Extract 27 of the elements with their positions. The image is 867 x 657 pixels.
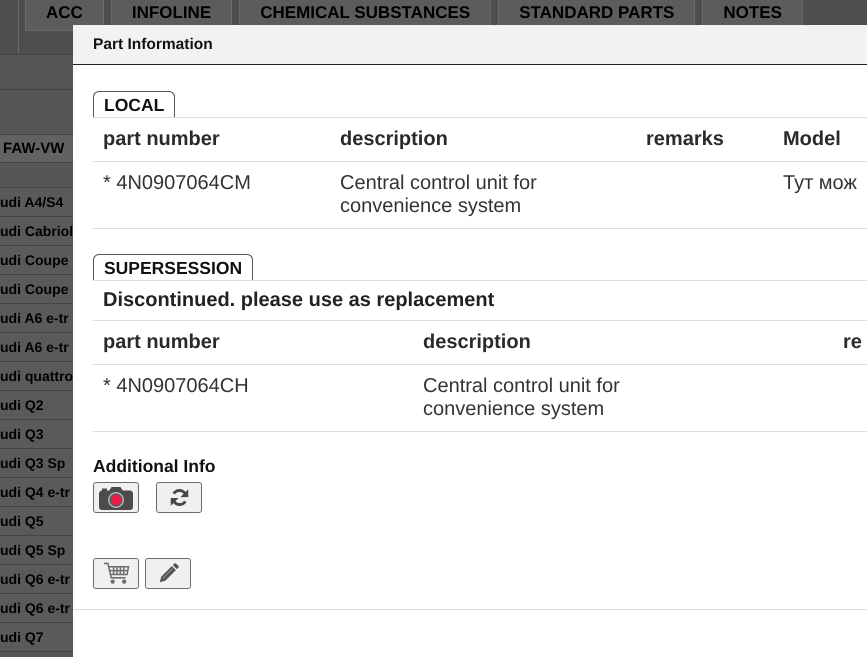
pencil-icon bbox=[158, 563, 178, 584]
table-cell: * 4N0907064CH bbox=[103, 375, 249, 398]
table-cell: * 4N0907064CM bbox=[103, 172, 251, 195]
column-header: description bbox=[340, 128, 448, 150]
nav-tab[interactable]: ACC bbox=[25, 0, 104, 31]
section-label: SUPERSESSION bbox=[93, 254, 254, 280]
replacement-notice: Discontinued. please use as replacement bbox=[103, 289, 494, 311]
column-header: part number bbox=[103, 331, 220, 353]
column-header: Model bbox=[783, 128, 841, 150]
table-cell-text: Central control unit for convenience system bbox=[340, 172, 538, 218]
refresh-icon bbox=[168, 487, 190, 508]
column-header: part number bbox=[103, 128, 220, 150]
column-header: description bbox=[423, 331, 531, 353]
section-label: LOCAL bbox=[93, 91, 176, 117]
dialog-title: Part Information bbox=[93, 36, 213, 54]
edit-button[interactable] bbox=[145, 558, 191, 589]
table-cell: Тут мож bbox=[783, 172, 857, 195]
list-header: FAW-VW bbox=[3, 140, 64, 157]
cart-icon bbox=[102, 562, 130, 585]
camera-icon bbox=[99, 486, 133, 510]
column-header: re bbox=[843, 331, 862, 353]
table-cell-text: Central control unit for convenience system bbox=[423, 375, 621, 421]
column-header: remarks bbox=[646, 128, 724, 150]
refresh-button[interactable] bbox=[156, 482, 202, 513]
camera-button[interactable] bbox=[93, 482, 139, 513]
section-heading: Additional Info bbox=[93, 456, 216, 476]
cart-button[interactable] bbox=[93, 558, 139, 589]
